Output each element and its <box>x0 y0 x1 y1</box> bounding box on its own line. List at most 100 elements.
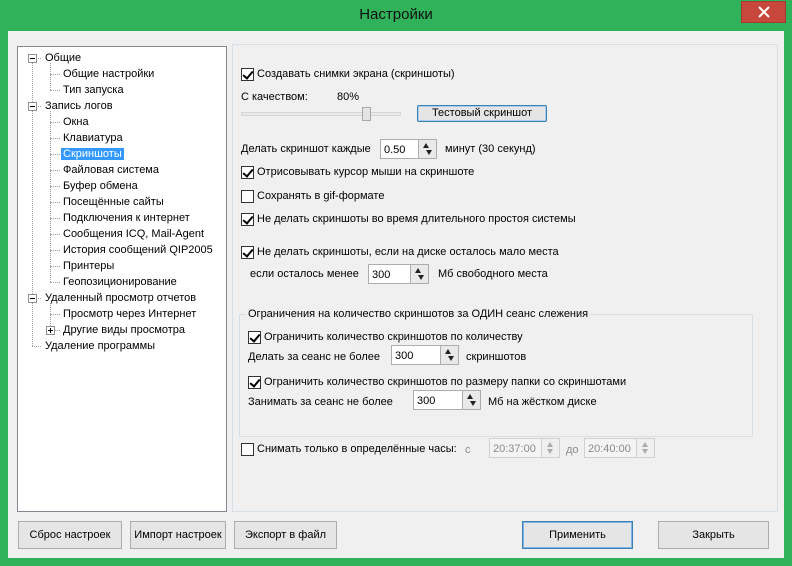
tree-item-label: Запись логов <box>45 100 113 112</box>
close-button[interactable]: Закрыть <box>658 521 769 549</box>
tree-item[interactable]: Удаленный просмотр отчетов <box>43 290 198 306</box>
window-close-button[interactable] <box>741 1 786 23</box>
tree-item-label: Другие виды просмотра <box>63 324 186 336</box>
quality-label: С качеством: <box>241 91 308 103</box>
low-disk-value: 300 <box>372 269 391 281</box>
test-screenshot-button[interactable]: Тестовый скриншот <box>417 105 547 122</box>
apply-button[interactable]: Применить <box>522 521 633 549</box>
spinner-arrows-icon[interactable] <box>462 391 480 409</box>
tree-connector-line <box>50 186 60 187</box>
tree-connector-line <box>50 282 60 283</box>
tree-item[interactable]: Запись логов <box>43 98 115 114</box>
tree-connector-line <box>50 202 60 203</box>
interval-value: 0.50 <box>384 144 406 156</box>
gif-format-checkbox[interactable] <box>241 190 254 203</box>
tree-item-label: Общие <box>45 52 82 64</box>
tree-item[interactable]: Подключения к интернет <box>61 210 192 226</box>
size-spinner[interactable]: 300 <box>413 390 481 410</box>
tree-item[interactable]: Посещённые сайты <box>61 194 166 210</box>
schedule-checkbox[interactable] <box>241 443 254 456</box>
count-value: 300 <box>395 350 414 362</box>
tree-item-label: Посещённые сайты <box>63 196 164 208</box>
tree-connector-line <box>50 111 51 282</box>
tree-item[interactable]: Удаление программы <box>43 338 157 354</box>
limit-by-size-checkbox[interactable] <box>248 376 261 389</box>
tree-item[interactable]: Файловая система <box>61 162 161 178</box>
create-screenshots-checkbox[interactable] <box>241 68 254 81</box>
import-settings-button[interactable]: Импорт настроек <box>130 521 226 549</box>
spinner-arrows-icon[interactable] <box>541 439 559 457</box>
expand-icon[interactable] <box>46 326 55 335</box>
tree-item[interactable]: Тип запуска <box>61 82 126 98</box>
schedule-from-time[interactable]: 20:37:00 <box>489 438 560 458</box>
schedule-to-time[interactable]: 20:40:00 <box>584 438 655 458</box>
tree-item[interactable]: Принтеры <box>61 258 116 274</box>
tree-item-label: Буфер обмена <box>63 180 138 192</box>
tree-item[interactable]: История сообщений QIP2005 <box>61 242 215 258</box>
tree-item-label: Геопозиционирование <box>63 276 177 288</box>
collapse-icon[interactable] <box>28 102 37 111</box>
session-limits-title: Ограничения на количество скриншотов за … <box>246 307 591 321</box>
idle-skip-checkbox[interactable] <box>241 213 254 226</box>
limit-by-count-checkbox[interactable] <box>248 331 261 344</box>
tree-item[interactable]: Буфер обмена <box>61 178 140 194</box>
export-to-file-button[interactable]: Экспорт в файл <box>234 521 337 549</box>
spinner-arrows-icon[interactable] <box>440 346 458 364</box>
size-prefix-label: Занимать за сеанс не более <box>248 396 393 408</box>
spinner-arrows-icon[interactable] <box>636 439 654 457</box>
interval-label: Делать скриншот каждые <box>241 143 371 155</box>
collapse-icon[interactable] <box>28 294 37 303</box>
tree-item[interactable]: Другие виды просмотра <box>61 322 187 338</box>
size-unit: Мб на жёстком диске <box>488 396 597 408</box>
tree-item-label: Окна <box>63 116 89 128</box>
tree-item[interactable]: Геопозиционирование <box>61 274 179 290</box>
low-disk-if-label: если осталось менее <box>250 268 359 280</box>
tree-item[interactable]: Общие настройки <box>61 66 156 82</box>
tree-item[interactable]: Общие <box>43 50 83 66</box>
tree-item-label: Принтеры <box>63 260 115 272</box>
screenshots-settings-panel: Создавать снимки экрана (скриншоты) С ка… <box>232 44 778 512</box>
tree-item-label: Сообщения ICQ, Mail-Agent <box>63 228 205 240</box>
tree-item[interactable]: Окна <box>61 114 91 130</box>
tree-item-label: Файловая система <box>63 164 159 176</box>
create-screenshots-label: Создавать снимки экрана (скриншоты) <box>257 68 455 80</box>
spinner-arrows-icon[interactable] <box>410 265 428 283</box>
schedule-to-value: 20:40:00 <box>588 443 631 455</box>
settings-tree[interactable]: Общие Общие настройки Тип запуска Запись ло… <box>17 46 227 512</box>
schedule-from-label: с <box>465 444 471 456</box>
tree-item-label: Общие настройки <box>63 68 155 80</box>
tree-connector-line <box>50 74 60 75</box>
tree-connector-line <box>50 90 60 91</box>
reset-settings-button[interactable]: Сброс настроек <box>18 521 122 549</box>
low-disk-spinner[interactable]: 300 <box>368 264 429 284</box>
tree-item[interactable]: Клавиатура <box>61 130 125 146</box>
interval-unit: минут (30 секунд) <box>445 143 536 155</box>
collapse-icon[interactable] <box>28 54 37 63</box>
quality-slider[interactable] <box>241 112 401 116</box>
tree-connector-line <box>50 234 60 235</box>
spinner-arrows-icon[interactable] <box>418 140 436 158</box>
title-bar[interactable]: Настройки <box>0 0 792 31</box>
limit-by-count-label: Ограничить количество скриншотов по коли… <box>264 331 523 343</box>
close-icon <box>757 6 770 18</box>
tree-item[interactable]: Сообщения ICQ, Mail-Agent <box>61 226 206 242</box>
count-unit: скриншотов <box>466 351 527 363</box>
quality-slider-thumb[interactable] <box>361 107 371 121</box>
tree-item-label: Клавиатура <box>63 132 123 144</box>
low-disk-checkbox[interactable] <box>241 246 254 259</box>
tree-connector-line <box>50 138 60 139</box>
tree-item[interactable]: Просмотр через Интернет <box>61 306 198 322</box>
settings-window: Настройки Общие Общие настройки Тип запуск… <box>0 0 792 566</box>
tree-connector-line <box>50 154 60 155</box>
schedule-to-label: до <box>566 444 579 456</box>
tree-item[interactable]: Скриншоты <box>61 146 124 162</box>
tree-item-label: Тип запуска <box>63 84 124 96</box>
tree-connector-line <box>50 250 60 251</box>
low-disk-label: Не делать скриншоты, если на диске остал… <box>257 246 559 258</box>
tree-item-label: Просмотр через Интернет <box>63 308 197 320</box>
count-spinner[interactable]: 300 <box>391 345 459 365</box>
interval-spinner[interactable]: 0.50 <box>380 139 437 159</box>
tree-item-label: Подключения к интернет <box>63 212 190 224</box>
draw-cursor-checkbox[interactable] <box>241 166 254 179</box>
limit-by-size-label: Ограничить количество скриншотов по разм… <box>264 376 627 388</box>
